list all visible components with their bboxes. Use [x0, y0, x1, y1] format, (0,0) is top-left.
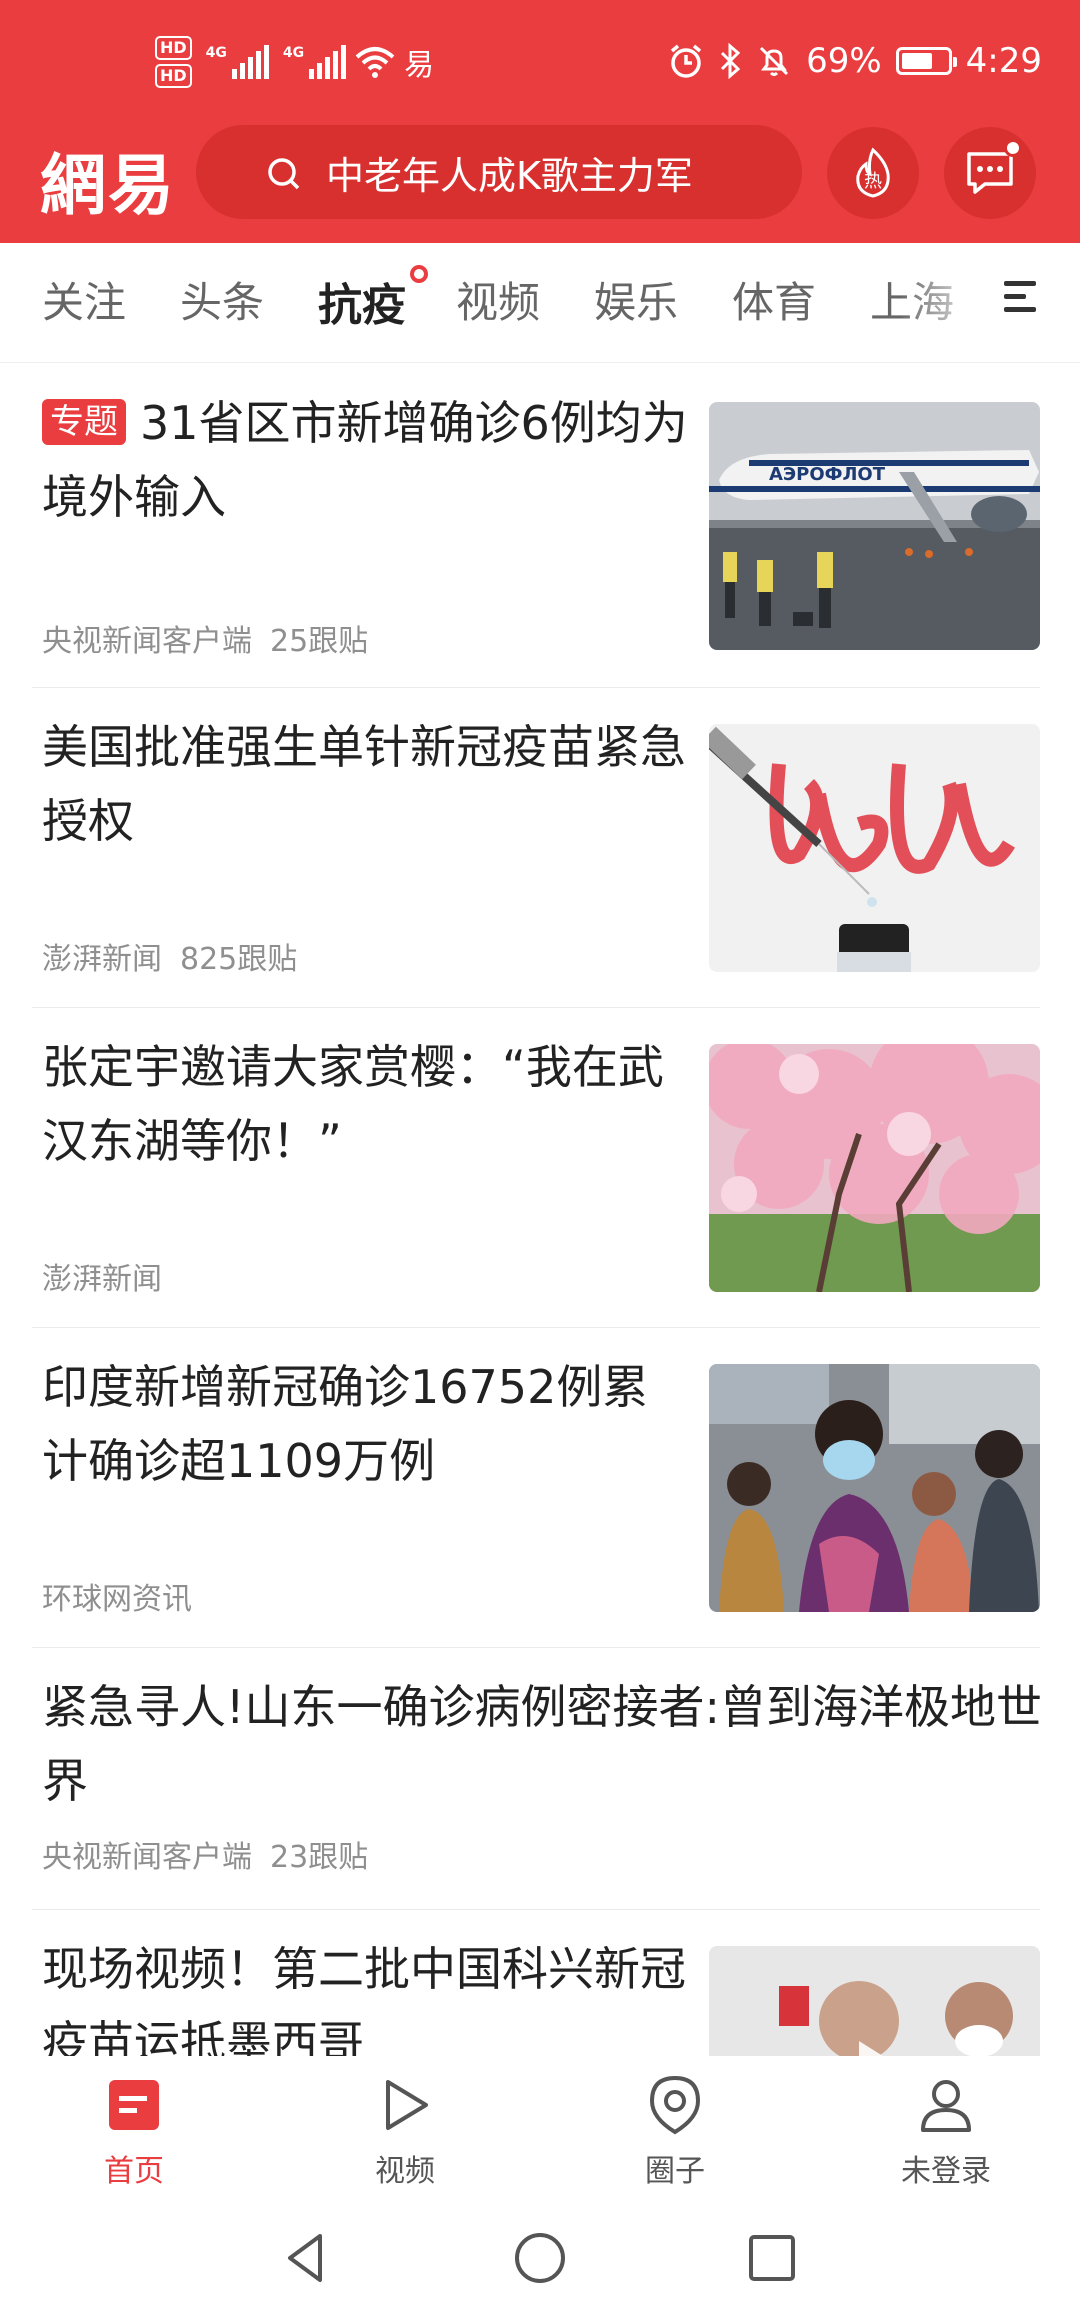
tab-headline[interactable]: 头条	[180, 269, 264, 330]
home-circle-icon[interactable]	[510, 2228, 570, 2288]
notification-dot	[1004, 139, 1022, 157]
news-source: 澎湃新闻	[42, 1262, 162, 1297]
comment-count: 23跟贴	[270, 1840, 369, 1875]
news-meta: 澎湃新闻	[42, 1254, 162, 1298]
hot-label: 热	[864, 171, 882, 192]
app-logo[interactable]: 網易	[40, 132, 176, 228]
news-source: 央视新闻客户端	[42, 1840, 252, 1875]
news-item[interactable]: 印度新增新冠确诊16752例累计确诊超1109万例 环球网资讯	[32, 1328, 1040, 1648]
news-title: 紧急寻人!山东一确诊病例密接者:曾到海洋极地世界	[42, 1680, 1042, 1808]
tab-antiepidemic[interactable]: 抗疫	[318, 269, 406, 333]
nav-profile-label: 未登录	[901, 2154, 991, 2189]
nav-circle-label: 圈子	[645, 2154, 705, 2189]
topic-tag: 专题	[42, 399, 126, 445]
india-street-photo[interactable]	[709, 1364, 1040, 1612]
user-icon	[921, 2080, 971, 2132]
nav-home[interactable]: 首页	[54, 2074, 214, 2190]
battery-icon	[895, 47, 957, 75]
news-item[interactable]: 紧急寻人!山东一确诊病例密接者:曾到海洋极地世界 央视新闻客户端 23跟贴	[32, 1648, 1042, 1910]
tabs-fade	[900, 243, 990, 361]
news-meta: 央视新闻客户端 23跟贴	[42, 1832, 368, 1876]
news-item[interactable]: 张定宇邀请大家赏樱：“我在武汉东湖等你！” 澎湃新闻	[32, 1008, 1040, 1328]
news-item[interactable]: 现场视频！第二批中国科兴新冠疫苗运抵墨西哥	[32, 1910, 1040, 2056]
flame-icon: 热	[856, 147, 890, 198]
message-button[interactable]	[944, 127, 1036, 219]
home-icon	[109, 2080, 159, 2130]
svg-text:AЭPOФЛOT: AЭPOФЛOT	[769, 464, 886, 485]
comment-count: 825跟贴	[180, 942, 298, 977]
video-photo[interactable]	[709, 1946, 1040, 2056]
recents-icon[interactable]	[742, 2228, 802, 2288]
search-bar[interactable]: 中老年人成K歌主力军	[196, 125, 802, 219]
clock: 4:29	[965, 41, 1042, 81]
channel-menu-icon[interactable]	[1004, 281, 1036, 315]
back-icon[interactable]	[278, 2228, 338, 2288]
alarm-icon	[670, 44, 702, 78]
mute-icon	[760, 46, 789, 76]
news-meta: 澎湃新闻 825跟贴	[42, 934, 297, 978]
hd-badge-2: HD	[155, 64, 192, 88]
news-title: 现场视频！第二批中国科兴新冠疫苗运抵墨西哥	[42, 1942, 686, 2056]
nav-home-label: 首页	[104, 2154, 164, 2189]
carrier-glyph: 易	[404, 48, 435, 83]
signal-icon-2: 4G	[282, 45, 347, 79]
news-title: 专题 31省区市新增确诊6例均为境外输入	[42, 396, 688, 524]
search-icon	[268, 158, 300, 190]
system-nav-bar	[0, 2206, 1080, 2310]
tab-follow[interactable]: 关注	[42, 269, 126, 330]
nav-video-label: 视频	[375, 2154, 435, 2189]
news-item[interactable]: 美国批准强生单针新冠疫苗紧急授权 澎湃新闻 825跟贴	[32, 688, 1040, 1008]
tab-sports[interactable]: 体育	[732, 269, 816, 330]
hd-badge-1: HD	[155, 36, 192, 60]
network-type-1: 4G	[205, 45, 227, 61]
play-icon	[386, 2080, 428, 2130]
status-right: 69% 4:29	[668, 36, 1042, 86]
tab-entertainment[interactable]: 娱乐	[594, 269, 678, 330]
news-title: 印度新增新冠确诊16752例累计确诊超1109万例	[42, 1360, 649, 1488]
news-item[interactable]: 专题 31省区市新增确诊6例均为境外输入 央视新闻客户端 25跟贴 AЭPOФЛOT	[32, 364, 1040, 688]
channel-tabs: 关注 头条 抗疫 视频 娱乐 体育 上海	[0, 243, 1080, 363]
status-left: HD HD 4G 4G 易	[155, 30, 434, 94]
bluetooth-icon	[721, 43, 741, 79]
signal-icon-1: 4G	[206, 45, 269, 79]
cherry-blossom-photo[interactable]	[709, 1044, 1040, 1292]
circle-icon	[649, 2075, 701, 2135]
comment-count: 25跟贴	[270, 624, 369, 659]
status-bar: HD HD 4G 4G 易 69% 4:29	[0, 0, 1080, 120]
news-title: 张定宇邀请大家赏樱：“我在武汉东湖等你！”	[42, 1040, 664, 1168]
tab-video[interactable]: 视频	[456, 269, 540, 330]
tab-new-dot	[410, 265, 428, 283]
nav-video[interactable]: 视频	[325, 2074, 485, 2190]
app-header: HD HD 4G 4G 易 69% 4:29 網易 中老年人成K歌主力军 热	[0, 0, 1080, 243]
nav-circle[interactable]: 圈子	[595, 2074, 755, 2190]
search-placeholder: 中老年人成K歌主力军	[326, 153, 693, 198]
news-meta: 央视新闻客户端 25跟贴	[42, 616, 368, 660]
news-title: 美国批准强生单针新冠疫苗紧急授权	[42, 720, 686, 848]
vaccine-photo[interactable]	[709, 724, 1040, 972]
airplane-photo[interactable]: AЭPOФЛOT	[709, 402, 1040, 650]
news-source: 央视新闻客户端	[42, 624, 252, 659]
bottom-nav: 首页 视频 圈子 未登录	[0, 2056, 1080, 2206]
network-type-2: 4G	[282, 45, 305, 61]
news-meta: 环球网资讯	[42, 1574, 192, 1618]
battery-percent: 69%	[806, 41, 882, 81]
news-source: 澎湃新闻	[42, 942, 162, 977]
battery-fill	[901, 53, 932, 69]
hot-button[interactable]: 热	[827, 127, 919, 219]
hd-indicators: HD HD	[155, 36, 192, 88]
nav-profile[interactable]: 未登录	[866, 2074, 1026, 2190]
news-source: 环球网资讯	[42, 1582, 192, 1617]
news-feed[interactable]: 专题 31省区市新增确诊6例均为境外输入 央视新闻客户端 25跟贴 AЭPOФЛOT	[0, 364, 1080, 2056]
wifi-icon	[355, 47, 395, 78]
